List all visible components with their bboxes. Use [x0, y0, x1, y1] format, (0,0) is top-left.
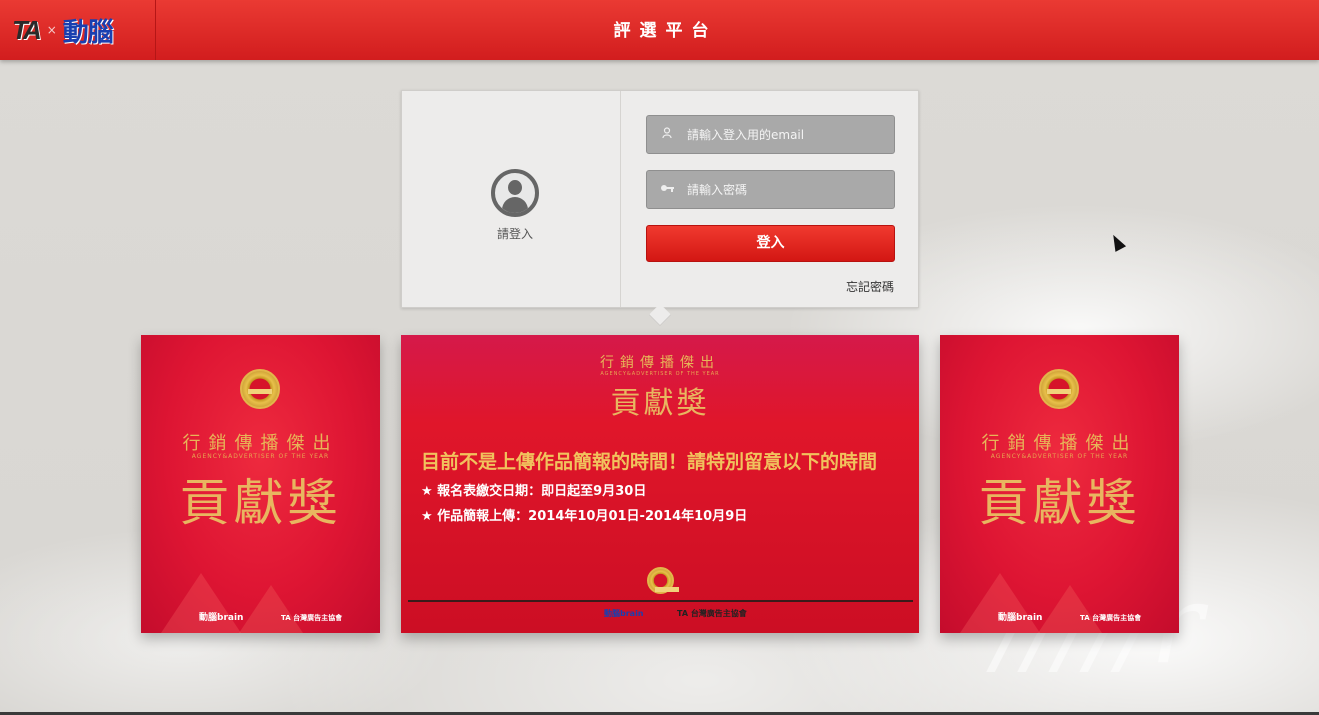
user-avatar-icon [491, 169, 539, 217]
award-title: 貢獻獎 [610, 386, 710, 421]
logo-separator: × [46, 23, 57, 37]
login-panel: 請登入 登入 忘記密碼 [401, 90, 919, 327]
brain-brand: 動腦brain [998, 613, 1043, 623]
award-title: 貢獻獎 [978, 474, 1141, 532]
brain-brand: 動腦brain [604, 609, 644, 618]
award-card-center: 行銷傳播傑出 AGENCY&ADVERTISER OF THE YEAR 貢獻獎… [401, 335, 919, 633]
top-header: TA × 動腦 評選平台 [0, 0, 1319, 60]
award-subtitle: 行銷傳播傑出 [600, 355, 720, 371]
password-field[interactable] [646, 170, 895, 209]
brain-brand: 動腦brain [199, 613, 244, 623]
ta-brand: TA 台灣廣告主協會 [281, 614, 343, 622]
card-divider [408, 600, 913, 602]
award-subtitle: 行銷傳播傑出 [981, 433, 1138, 454]
login-button[interactable]: 登入 [646, 225, 895, 262]
award-english: AGENCY&ADVERTISER OF THE YEAR [990, 453, 1129, 460]
award-english: AGENCY&ADVERTISER OF THE YEAR [600, 371, 720, 377]
registration-deadline: ★ 報名表繳交日期：即日起至9月30日 [421, 484, 647, 499]
award-emblem-icon [647, 567, 679, 594]
login-caption: 請登入 [496, 227, 533, 241]
award-card-right: 行銷傳播傑出 AGENCY&ADVERTISER OF THE YEAR 貢獻獎… [940, 335, 1179, 633]
forgot-password-link[interactable]: 忘記密碼 [846, 278, 894, 295]
ta-brand: TA 台灣廣告主協會 [1080, 614, 1142, 622]
key-icon [647, 182, 687, 197]
upload-period: ★ 作品簡報上傳：2014年10月01日-2014年10月9日 [421, 509, 748, 524]
award-subtitle: 行銷傳播傑出 [182, 433, 339, 454]
award-emblem-icon [240, 369, 280, 409]
award-title: 貢獻獎 [179, 474, 342, 532]
email-input[interactable] [687, 116, 894, 153]
page-title: 評選平台 [613, 21, 718, 41]
upload-notice: 目前不是上傳作品簡報的時間！請特別留意以下的時間 [421, 451, 878, 473]
award-card-left: 行銷傳播傑出 AGENCY&ADVERTISER OF THE YEAR 貢獻獎… [141, 335, 380, 633]
ta-brand: TA 台灣廣告主協會 [677, 609, 747, 618]
login-avatar-area: 請登入 [402, 91, 621, 307]
award-emblem-icon [1039, 369, 1079, 409]
user-icon [647, 126, 687, 143]
email-field[interactable] [646, 115, 895, 154]
award-english: AGENCY&ADVERTISER OF THE YEAR [191, 453, 330, 460]
brain-logo: 動腦 [62, 17, 114, 48]
password-input[interactable] [687, 171, 894, 208]
header-logo[interactable]: TA × 動腦 [0, 0, 156, 60]
ta-logo: TA [12, 14, 42, 45]
